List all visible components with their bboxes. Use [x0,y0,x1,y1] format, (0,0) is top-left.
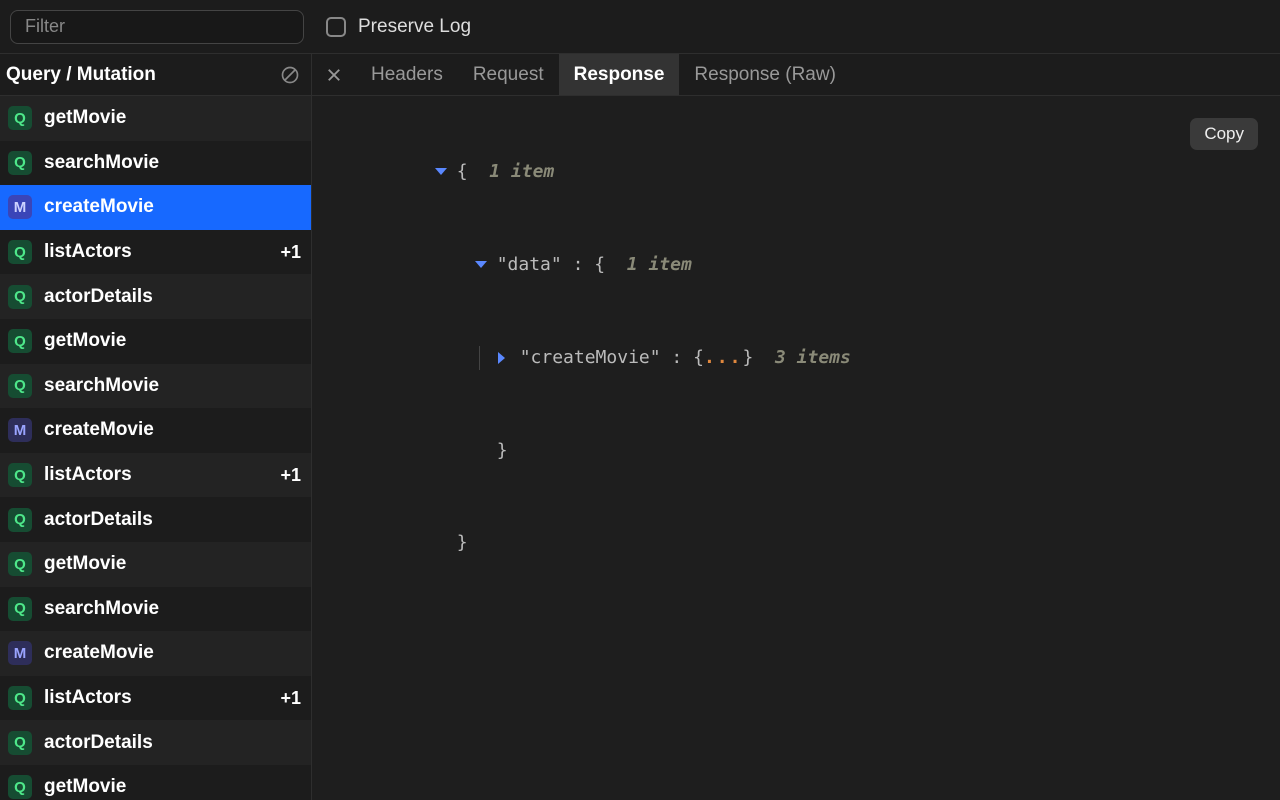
tab-response[interactable]: Response [559,54,680,95]
operation-name: searchMovie [44,152,301,174]
checkbox-icon [326,17,346,37]
chevron-right-icon[interactable] [498,352,505,364]
operation-row[interactable]: McreateMovie [0,185,311,230]
json-line-data-open[interactable]: "data" : { 1 item [348,219,1244,312]
query-badge: Q [8,106,32,130]
query-badge: Q [8,775,32,799]
query-badge: Q [8,374,32,398]
operation-name: searchMovie [44,375,301,397]
operation-extra-count: +1 [280,688,301,709]
query-badge: Q [8,240,32,264]
query-badge: Q [8,329,32,353]
response-body: Copy { 1 item "data" : { 1 item "createM… [312,96,1280,800]
operation-name: getMovie [44,330,301,352]
operation-row[interactable]: QsearchMovie [0,364,311,409]
query-badge: Q [8,285,32,309]
operation-row[interactable]: QactorDetails [0,720,311,765]
preserve-log-label: Preserve Log [358,16,471,38]
chevron-down-icon[interactable] [475,261,487,268]
json-line-child[interactable]: "createMovie" : {...} 3 items [348,312,1244,405]
operation-name: actorDetails [44,286,301,308]
operation-sidebar: Query / Mutation QgetMovieQsearchMovieMc… [0,54,312,800]
operation-name: listActors [44,464,268,486]
operation-list: QgetMovieQsearchMovieMcreateMovieQlistAc… [0,96,311,800]
operation-name: listActors [44,687,268,709]
operation-extra-count: +1 [280,242,301,263]
mutation-badge: M [8,641,32,665]
preserve-log-toggle[interactable]: Preserve Log [326,16,471,38]
operation-row[interactable]: QgetMovie [0,319,311,364]
sidebar-header: Query / Mutation [0,54,311,96]
toolbar: Preserve Log [0,0,1280,54]
json-line-root-open[interactable]: { 1 item [348,126,1244,219]
clear-icon[interactable] [279,64,301,86]
query-badge: Q [8,731,32,755]
operation-name: searchMovie [44,598,301,620]
tab-response-raw[interactable]: Response (Raw) [679,54,851,95]
operation-name: createMovie [44,196,301,218]
detail-panel: HeadersRequestResponseResponse (Raw) Cop… [312,54,1280,800]
operation-extra-count: +1 [280,465,301,486]
filter-input[interactable] [10,10,304,44]
mutation-badge: M [8,418,32,442]
json-line-data-close: } [348,405,1244,498]
operation-name: actorDetails [44,509,301,531]
json-line-root-close: } [348,497,1244,590]
mutation-badge: M [8,195,32,219]
operation-name: getMovie [44,107,301,129]
operation-row[interactable]: McreateMovie [0,408,311,453]
operation-row[interactable]: QlistActors +1 [0,676,311,721]
operation-name: createMovie [44,642,301,664]
query-badge: Q [8,597,32,621]
operation-row[interactable]: QlistActors +1 [0,230,311,275]
query-badge: Q [8,552,32,576]
query-badge: Q [8,463,32,487]
operation-name: createMovie [44,419,301,441]
query-badge: Q [8,151,32,175]
tab-headers[interactable]: Headers [356,54,458,95]
chevron-down-icon[interactable] [435,168,447,175]
close-icon[interactable] [312,54,356,95]
operation-row[interactable]: QgetMovie [0,542,311,587]
operation-row[interactable]: McreateMovie [0,631,311,676]
operation-name: actorDetails [44,732,301,754]
operation-row[interactable]: QgetMovie [0,96,311,141]
detail-tabs: HeadersRequestResponseResponse (Raw) [312,54,1280,96]
operation-row[interactable]: QsearchMovie [0,587,311,632]
operation-name: listActors [44,241,268,263]
operation-row[interactable]: QgetMovie [0,765,311,800]
sidebar-title: Query / Mutation [6,64,156,86]
operation-row[interactable]: QsearchMovie [0,141,311,186]
copy-button[interactable]: Copy [1190,118,1258,150]
operation-name: getMovie [44,776,301,798]
operation-row[interactable]: QactorDetails [0,497,311,542]
operation-row[interactable]: QactorDetails [0,274,311,319]
query-badge: Q [8,686,32,710]
operation-row[interactable]: QlistActors +1 [0,453,311,498]
operation-name: getMovie [44,553,301,575]
tab-request[interactable]: Request [458,54,559,95]
query-badge: Q [8,508,32,532]
